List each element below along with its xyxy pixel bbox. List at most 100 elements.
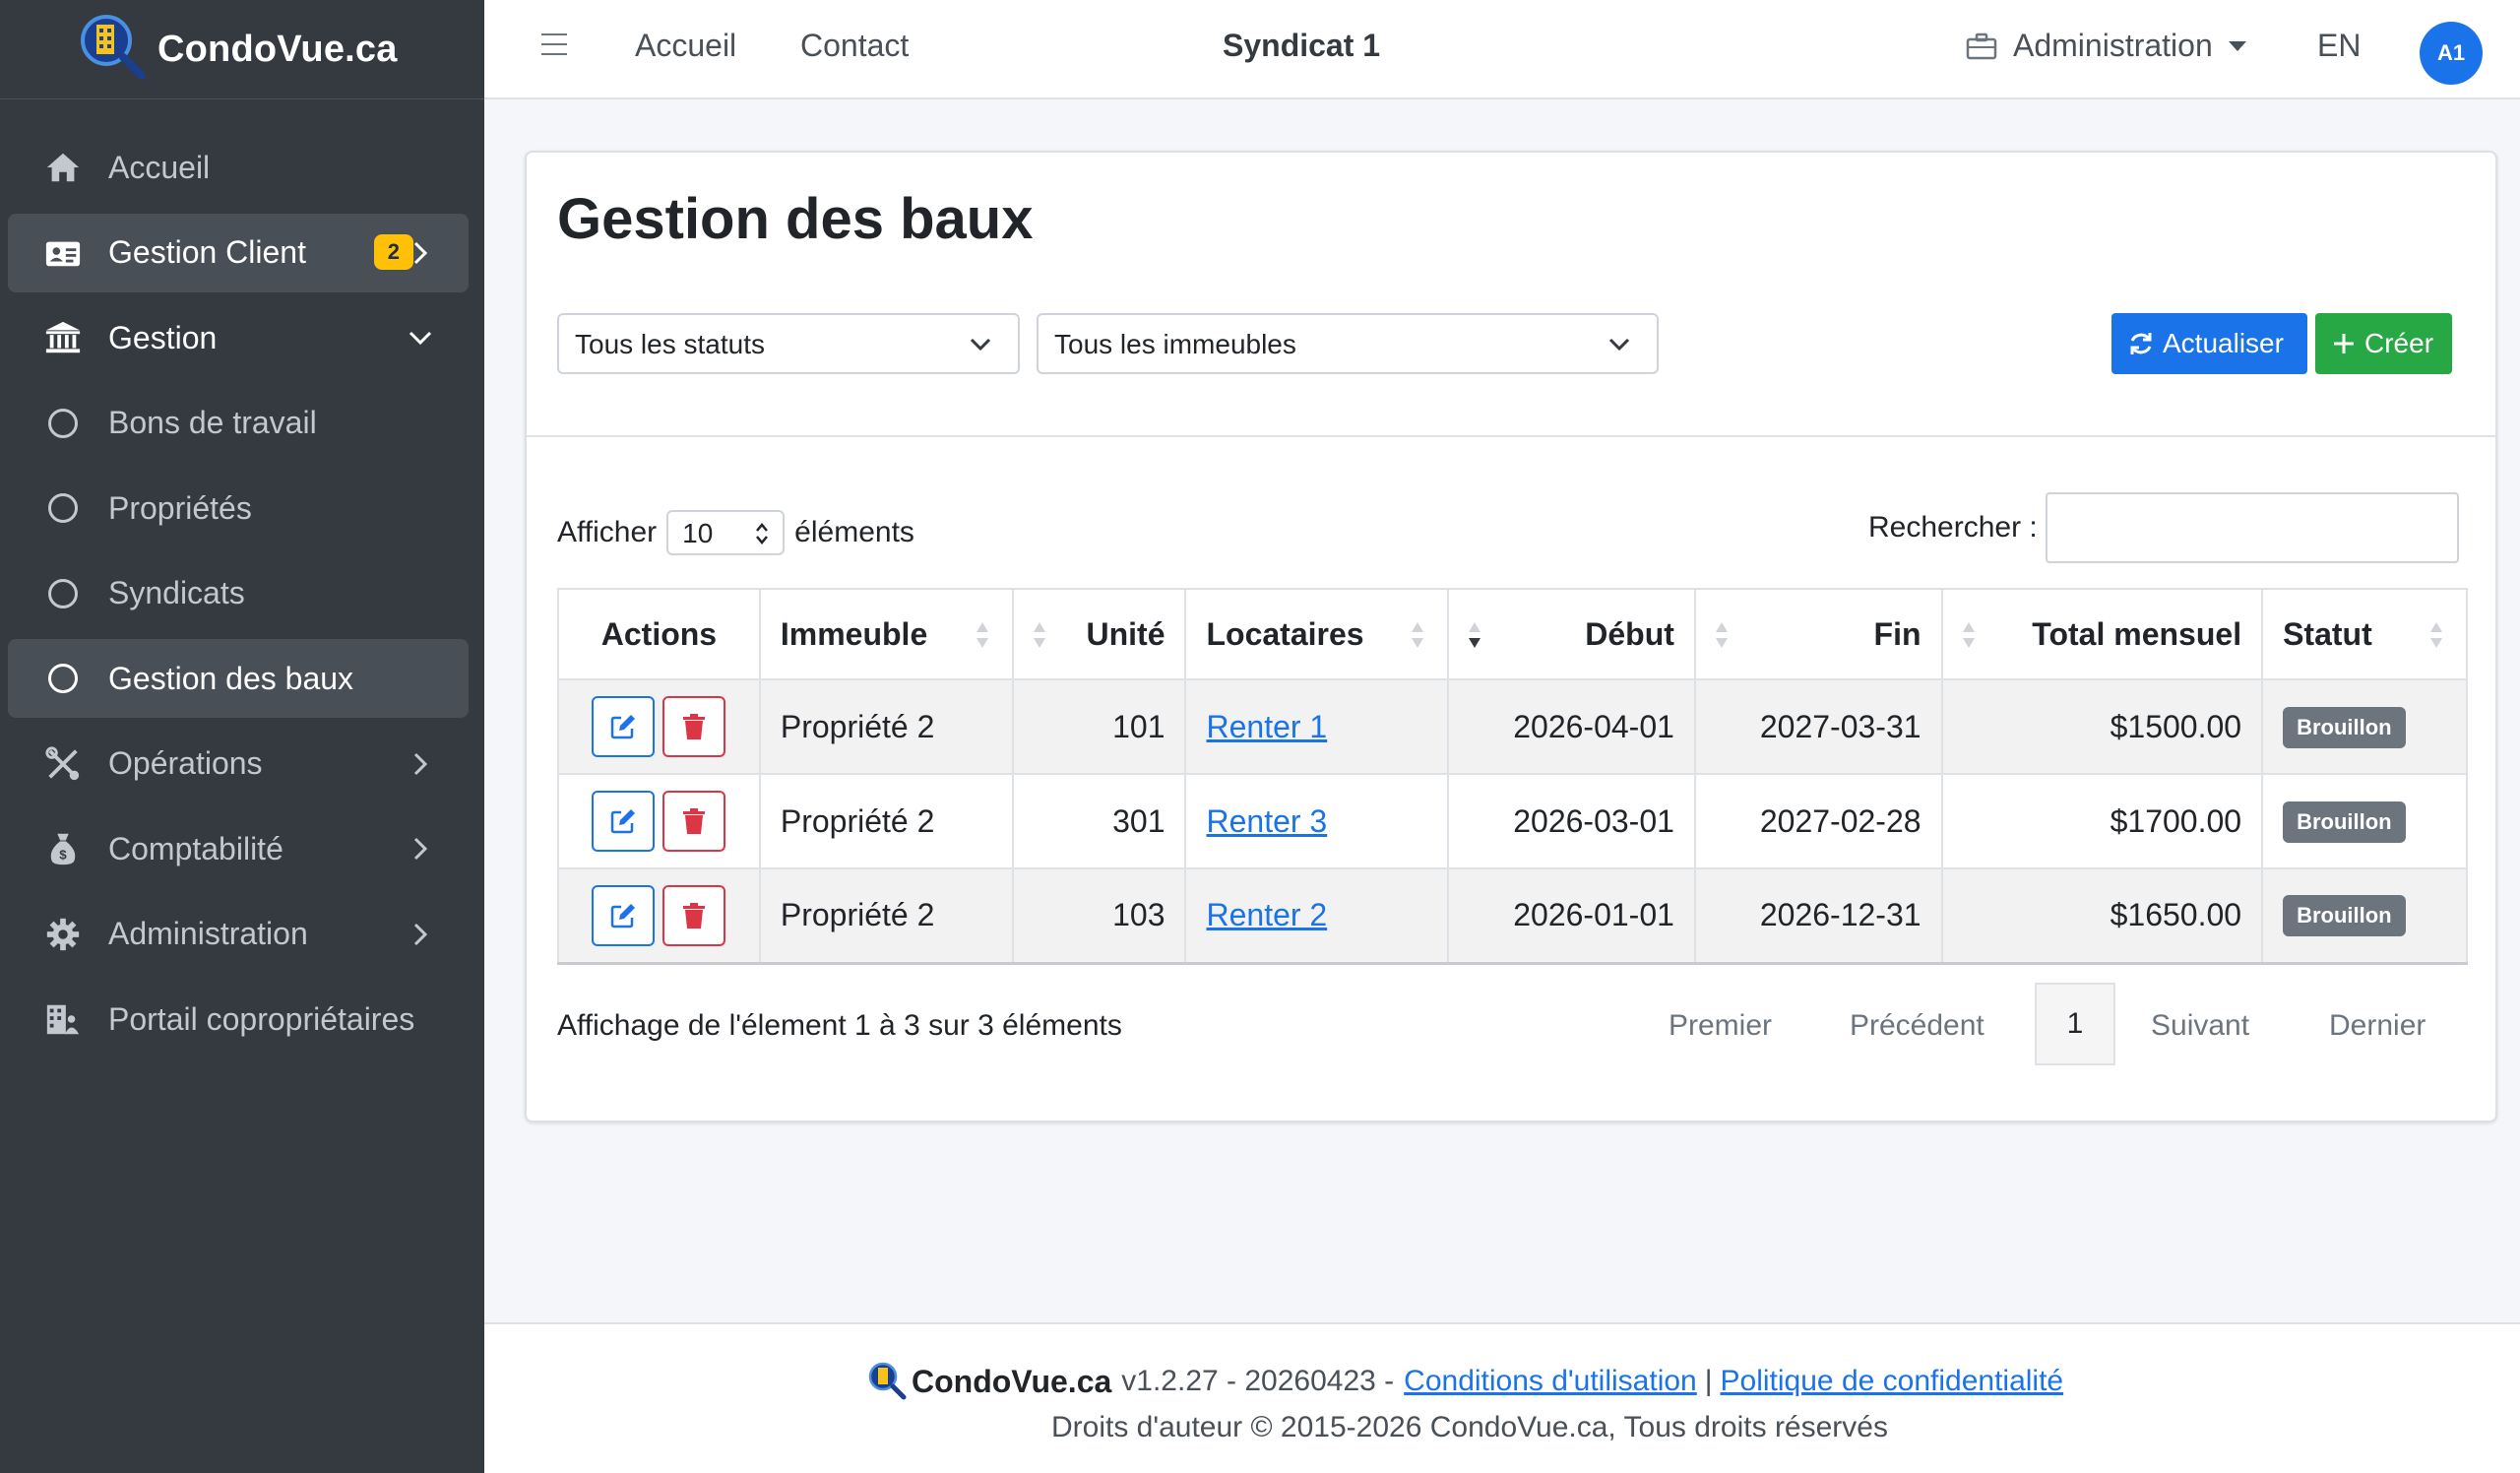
row-actions: [557, 678, 761, 775]
refresh-button[interactable]: Actualiser: [2111, 313, 2307, 374]
circle-icon: [48, 408, 78, 438]
language-switch[interactable]: EN: [2317, 28, 2361, 64]
cell-total-mensuel: $1700.00: [1940, 773, 2264, 869]
sort-both-icon: [1412, 622, 1424, 648]
column-header-unite[interactable]: Unité: [1011, 588, 1187, 680]
length-suffix: éléments: [794, 516, 914, 548]
sidebar-item-administration[interactable]: Administration: [8, 895, 469, 974]
tenant-link[interactable]: Renter 3: [1206, 803, 1327, 839]
column-header-actions: Actions: [557, 588, 761, 680]
page-length-select[interactable]: 10: [666, 510, 786, 555]
administration-label: Administration: [2013, 28, 2213, 63]
tenant-link[interactable]: Renter 1: [1206, 709, 1327, 744]
table-info: Affichage de l'élement 1 à 3 sur 3 éléme…: [557, 1009, 1122, 1042]
chevron-right-icon: [413, 923, 428, 945]
cell-statut: Brouillon: [2261, 867, 2468, 965]
chevron-right-icon: [413, 837, 428, 861]
terms-link[interactable]: Conditions d'utilisation: [1404, 1365, 1697, 1398]
sidebar-nav: Accueil Gestion Client 2 Gestion Bons de…: [8, 128, 469, 1065]
cell-locataires: Renter 2: [1184, 867, 1450, 965]
cell-debut: 2026-04-01: [1447, 678, 1696, 775]
column-header-immeuble[interactable]: Immeuble: [758, 588, 1014, 680]
bank-icon: [43, 318, 83, 357]
table-row: Propriété 2 301 Renter 3 2026-03-01 2027…: [557, 773, 2468, 869]
sidebar-item-label: Opérations: [108, 745, 263, 781]
column-header-statut[interactable]: Statut: [2261, 588, 2468, 680]
column-header-fin[interactable]: Fin: [1693, 588, 1943, 680]
sidebar-item-label: Comptabilité: [108, 830, 284, 866]
sidebar-item-bons-de-travail[interactable]: Bons de travail: [8, 384, 469, 463]
sidebar-item-syndicats[interactable]: Syndicats: [8, 554, 469, 633]
search-label: Rechercher :: [1868, 511, 2038, 544]
edit-button[interactable]: [592, 884, 656, 946]
sidebar-item-label: Syndicats: [108, 575, 245, 610]
nav-link-accueil[interactable]: Accueil: [635, 28, 736, 64]
edit-icon: [611, 715, 636, 739]
sidebar-item-gestion-des-baux[interactable]: Gestion des baux: [8, 639, 469, 718]
edit-button[interactable]: [592, 791, 656, 852]
refresh-icon: [2130, 333, 2152, 354]
sort-both-icon: [1033, 622, 1045, 648]
sidebar-item-label: Gestion Client: [108, 234, 306, 270]
status-badge: Brouillon: [2283, 801, 2406, 843]
column-header-total-mensuel[interactable]: Total mensuel: [1940, 588, 2264, 680]
chevron-right-icon: [413, 752, 428, 775]
sidebar-item-proprietes[interactable]: Propriétés: [8, 469, 469, 547]
cell-debut: 2026-03-01: [1447, 773, 1696, 869]
syndicate-title: Syndicat 1: [1223, 28, 1381, 63]
cell-fin: 2027-03-31: [1693, 678, 1943, 775]
pagination-previous[interactable]: Précédent: [1850, 1009, 1984, 1043]
page-title: Gestion des baux: [557, 187, 1034, 251]
administration-dropdown[interactable]: Administration: [1966, 28, 2246, 64]
delete-button[interactable]: [662, 696, 726, 757]
cell-statut: Brouillon: [2261, 678, 2468, 775]
circle-icon: [48, 578, 78, 608]
status-filter-select[interactable]: Tous les statuts: [557, 313, 1020, 374]
hamburger-menu-icon[interactable]: [541, 33, 567, 59]
privacy-link[interactable]: Politique de confidentialité: [1721, 1365, 2064, 1398]
sidebar-item-gestion[interactable]: Gestion: [8, 298, 469, 377]
user-avatar[interactable]: A1: [2420, 22, 2483, 85]
circle-icon: [48, 664, 78, 693]
building-filter-value: Tous les immeubles: [1054, 329, 1296, 359]
edit-button[interactable]: [592, 696, 656, 757]
cell-debut: 2026-01-01: [1447, 867, 1696, 965]
circle-icon: [48, 493, 78, 523]
tools-icon: [43, 744, 83, 784]
cell-fin: 2027-02-28: [1693, 773, 1943, 869]
sidebar-item-label: Accueil: [108, 149, 211, 185]
divider: [527, 435, 2495, 437]
column-header-debut[interactable]: Début: [1447, 588, 1696, 680]
refresh-label: Actualiser: [2163, 328, 2284, 358]
pagination-next[interactable]: Suivant: [2151, 1009, 2249, 1043]
tenant-link[interactable]: Renter 2: [1206, 897, 1327, 932]
trash-icon: [683, 808, 706, 834]
delete-button[interactable]: [662, 884, 726, 946]
create-button[interactable]: Créer: [2315, 313, 2452, 374]
sidebar-item-operations[interactable]: Opérations: [8, 725, 469, 803]
sidebar-item-comptabilite[interactable]: $ Comptabilité: [8, 809, 469, 888]
sidebar-item-portail-coproprietaires[interactable]: Portail copropriétaires: [8, 980, 469, 1058]
brand-link[interactable]: CondoVue.ca: [0, 0, 484, 99]
column-header-locataires[interactable]: Locataires: [1184, 588, 1450, 680]
pagination-page-1[interactable]: 1: [2035, 983, 2115, 1065]
nav-link-contact[interactable]: Contact: [800, 28, 909, 64]
sidebar-item-accueil[interactable]: Accueil: [8, 128, 469, 207]
sidebar-item-gestion-client[interactable]: Gestion Client 2: [8, 213, 469, 292]
pagination-first[interactable]: Premier: [1669, 1009, 1772, 1043]
cell-fin: 2026-12-31: [1693, 867, 1943, 965]
delete-button[interactable]: [662, 791, 726, 852]
trash-icon: [683, 902, 706, 929]
footer-version: v1.2.27 - 20260423 -: [1121, 1365, 1395, 1397]
status-badge: Brouillon: [2283, 706, 2406, 748]
table-header-row: Actions Immeuble Unité Locataires Début: [557, 588, 2468, 680]
search-input[interactable]: [2045, 492, 2459, 563]
building-filter-select[interactable]: Tous les immeubles: [1037, 313, 1659, 374]
cell-locataires: Renter 1: [1184, 678, 1450, 775]
updown-arrows-icon: [756, 523, 769, 544]
cell-immeuble: Propriété 2: [758, 867, 1014, 965]
edit-icon: [611, 903, 636, 928]
table-search: Rechercher :: [1868, 492, 2459, 563]
pagination-last[interactable]: Dernier: [2329, 1009, 2426, 1043]
brand-name: CondoVue.ca: [158, 28, 398, 70]
